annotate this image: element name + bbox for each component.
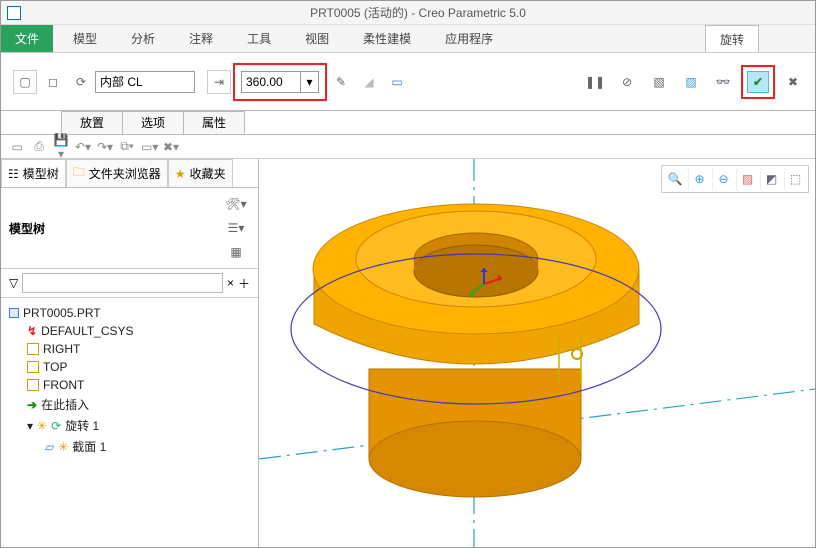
tab-tools[interactable]: 工具 (233, 25, 285, 52)
verify-cube-icon[interactable]: ▨ (679, 70, 703, 94)
tree-plane-right[interactable]: RIGHT (27, 340, 254, 358)
insert-arrow-icon: ➔ (27, 398, 37, 412)
tab-model[interactable]: 模型 (59, 25, 111, 52)
revolve-icon: ⟳ (51, 419, 61, 433)
tree-icon: ☷ (8, 167, 19, 181)
sub-tabs: 放置 选项 属性 (1, 111, 815, 135)
subtab-attributes[interactable]: 属性 (183, 111, 245, 134)
filter-add-icon[interactable]: ＋ (238, 275, 250, 292)
angle-field-highlight: ▾ (233, 63, 327, 101)
ribbon-tabs: 文件 模型 分析 注释 工具 视图 柔性建模 应用程序 旋转 (1, 25, 815, 53)
ribbon: ▢ ◻ ⟳ ⇥ ▾ ✎ ◢ ▭ ❚❚ ⊘ ▧ ▨ 👓 ✔ ✖ (1, 53, 815, 111)
angle-dropdown[interactable]: ▾ (301, 71, 319, 93)
surface-icon[interactable]: ◻ (41, 70, 65, 94)
filter-icon[interactable]: ▽ (9, 276, 18, 290)
subtab-placement[interactable]: 放置 (61, 111, 123, 134)
navtab-model-tree[interactable]: ☷模型树 (1, 159, 66, 187)
tab-view[interactable]: 视图 (291, 25, 343, 52)
qb-print-icon[interactable]: ⎙ (31, 139, 47, 154)
qb-regen-icon[interactable]: ⧉▾ (119, 139, 135, 154)
navtab-folders[interactable]: 🗀文件夹浏览器 (66, 159, 168, 187)
tree-csys[interactable]: ↯DEFAULT_CSYS (27, 322, 254, 340)
preview-cube-icon[interactable]: ▧ (647, 70, 671, 94)
tree-section[interactable]: ▱✳截面 1 (45, 436, 254, 457)
thicken-icon[interactable]: ◢ (357, 70, 381, 94)
plane-icon (27, 361, 39, 373)
qb-close-icon[interactable]: ✖▾ (163, 140, 179, 154)
folder-icon: 🗀 (73, 163, 85, 184)
no-entry-icon[interactable]: ⊘ (615, 70, 639, 94)
angle-input[interactable] (241, 71, 301, 93)
csys-icon: ↯ (27, 324, 37, 338)
quick-toolbar: ▭ ⎙ 💾▾ ↶▾ ↷▾ ⧉▾ ▭▾ ✖▾ (1, 135, 815, 159)
direction1-icon[interactable]: ⇥ (207, 70, 231, 94)
model-tree: PRT0005.PRT ↯DEFAULT_CSYS RIGHT TOP FRON… (1, 298, 258, 463)
feature-sun-icon: ✳ (37, 419, 47, 433)
tab-annotate[interactable]: 注释 (175, 25, 227, 52)
model-render (259, 159, 815, 547)
reference-input[interactable] (95, 71, 195, 93)
feature-sun-icon: ✳ (58, 440, 68, 454)
part-icon (9, 308, 19, 318)
axis-icon[interactable]: ⟳ (69, 70, 93, 94)
panel-title: 模型树 (9, 220, 45, 237)
qb-undo-icon[interactable]: ↶▾ (75, 140, 91, 154)
tab-analysis[interactable]: 分析 (117, 25, 169, 52)
tree-plane-front[interactable]: FRONT (27, 376, 254, 394)
confirm-highlight: ✔ (741, 65, 775, 99)
cancel-button[interactable]: ✖ (781, 70, 805, 94)
plane-icon (27, 343, 39, 355)
tab-flex[interactable]: 柔性建模 (349, 25, 425, 52)
filter-input[interactable] (22, 273, 223, 293)
show-icon[interactable]: ☰▾ (224, 216, 248, 240)
navigator-panel: ☷模型树 🗀文件夹浏览器 ★收藏夹 模型树 🛠▾ ☰▾ ▦ ▽ × ＋ PRT0… (1, 159, 259, 547)
star-icon: ★ (175, 167, 186, 181)
tab-apps[interactable]: 应用程序 (431, 25, 507, 52)
plane-icon (27, 379, 39, 391)
qb-save-icon[interactable]: 💾▾ (53, 133, 69, 161)
subtab-options[interactable]: 选项 (122, 111, 184, 134)
tree-root[interactable]: PRT0005.PRT (9, 304, 254, 322)
tree-revolve-feature[interactable]: ▾✳⟳旋转 1 (27, 415, 254, 436)
solid-icon[interactable]: ▢ (13, 70, 37, 94)
tab-file[interactable]: 文件 (1, 25, 53, 52)
section-icon: ▱ (45, 440, 54, 454)
chevron-down-icon[interactable]: ▾ (27, 419, 33, 433)
qb-redo-icon[interactable]: ↷▾ (97, 140, 113, 154)
tree-options-icon[interactable]: 🛠▾ (224, 192, 248, 216)
tab-revolve[interactable]: 旋转 (705, 25, 759, 52)
pause-icon[interactable]: ❚❚ (583, 70, 607, 94)
window-title: PRT0005 (活动的) - Creo Parametric 5.0 (27, 4, 809, 21)
qb-windows-icon[interactable]: ▭▾ (141, 140, 157, 154)
app-icon (7, 6, 21, 20)
side2-rect-icon[interactable]: ▭ (385, 70, 409, 94)
glasses-icon[interactable]: 👓 (711, 70, 735, 94)
qb-prev-icon[interactable]: ▭ (9, 140, 25, 154)
tree-plane-top[interactable]: TOP (27, 358, 254, 376)
tree-insert-here[interactable]: ➔在此插入 (27, 394, 254, 415)
settings-grid-icon[interactable]: ▦ (224, 240, 248, 264)
flip-icon[interactable]: ✎ (329, 70, 353, 94)
navtab-favorites[interactable]: ★收藏夹 (168, 159, 233, 187)
viewport[interactable]: 🔍 ⊕ ⊖ ▨ ◩ ⬚ 360.00 (259, 159, 815, 547)
confirm-button[interactable]: ✔ (747, 71, 769, 93)
filter-clear-icon[interactable]: × (227, 276, 234, 290)
